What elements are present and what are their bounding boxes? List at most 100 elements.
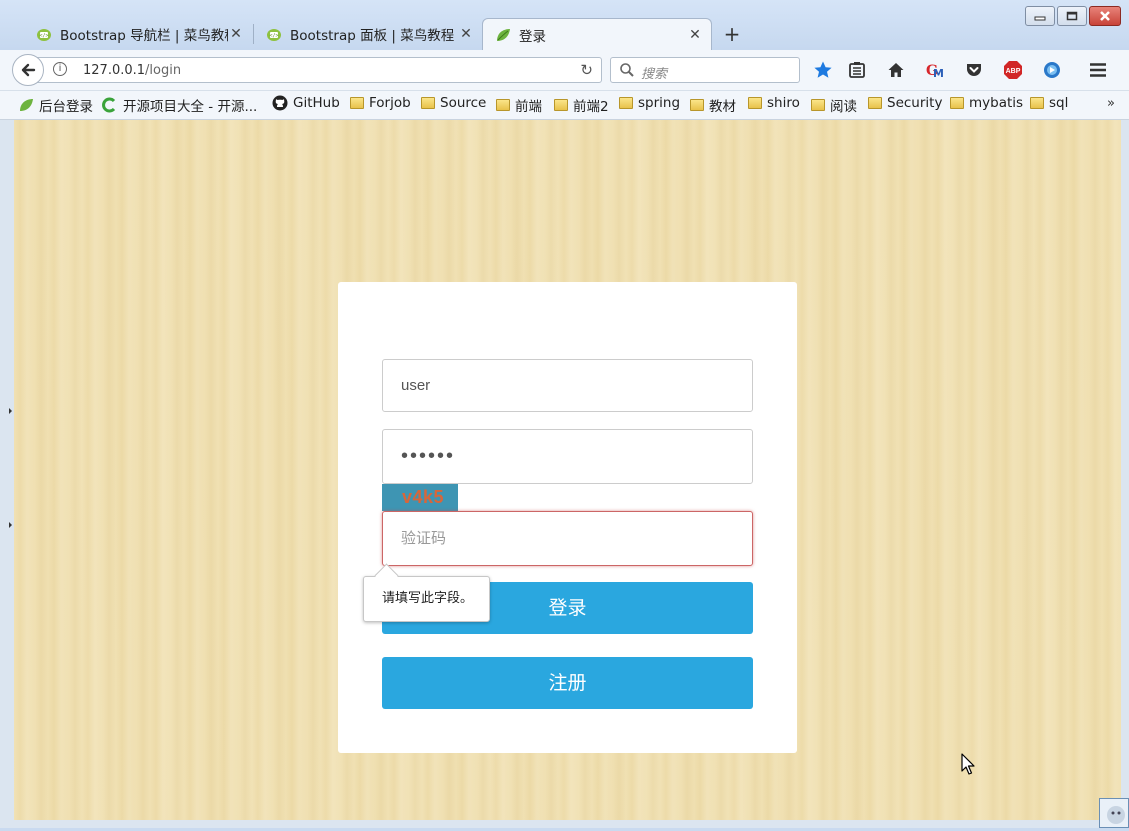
search-box[interactable]: 搜索 xyxy=(610,57,800,83)
bookmark-label: mybatis xyxy=(969,95,1024,111)
bookmark-folder[interactable]: mybatis xyxy=(950,95,1023,111)
close-window-button[interactable] xyxy=(1089,6,1121,26)
extension-icon[interactable] xyxy=(1042,60,1062,80)
site-info-icon[interactable]: i xyxy=(53,62,67,76)
username-input[interactable] xyxy=(382,359,753,412)
bookmark-folder[interactable]: 教材 xyxy=(690,95,736,115)
url-text: 127.0.0.1/login xyxy=(83,63,181,78)
tab-close-icon[interactable]: ✕ xyxy=(228,26,244,42)
folder-icon xyxy=(811,99,825,111)
search-placeholder: 搜索 xyxy=(641,67,668,82)
folder-icon xyxy=(554,99,568,111)
tab-login[interactable]: 登录 ✕ xyxy=(482,18,712,50)
adblock-icon[interactable]: ABP xyxy=(1003,60,1023,80)
svg-text:</>: </> xyxy=(269,33,278,39)
bookmarks-toolbar: 后台登录 开源项目大全 - 开源... GitHub Forjob Source… xyxy=(0,91,1129,120)
bookmark-folder[interactable]: 前端 xyxy=(496,95,542,115)
right-window-frame xyxy=(1121,120,1129,828)
password-input[interactable]: •••••• xyxy=(382,429,753,484)
home-icon[interactable] xyxy=(886,60,906,80)
bookmark-item[interactable]: 后台登录 xyxy=(18,95,93,115)
tab-bootstrap-navbar[interactable]: </> Bootstrap 导航栏 | 菜鸟教程 ✕ xyxy=(24,18,252,50)
c-logo-icon xyxy=(102,97,116,113)
bookmark-label: sql xyxy=(1049,95,1069,111)
tab-title: 登录 xyxy=(519,28,546,45)
minimize-button[interactable] xyxy=(1025,6,1055,26)
spring-leaf-icon xyxy=(497,28,510,41)
new-tab-button[interactable]: + xyxy=(722,22,742,46)
runoob-icon: </> xyxy=(267,29,281,41)
svg-text:M: M xyxy=(933,67,944,80)
password-mask: •••••• xyxy=(401,445,456,467)
spring-leaf-icon xyxy=(20,99,33,111)
pocket-icon[interactable] xyxy=(964,60,984,80)
tab-title: Bootstrap 面板 | 菜鸟教程 xyxy=(290,28,455,44)
captcha-image[interactable]: v4k5 xyxy=(382,484,458,511)
bookmark-folder[interactable]: 阅读 xyxy=(811,95,857,115)
bookmark-star-icon[interactable] xyxy=(813,60,833,80)
reload-icon[interactable]: ↻ xyxy=(580,61,593,79)
assistant-icon xyxy=(1107,806,1125,824)
runoob-icon: </> xyxy=(37,29,51,41)
left-window-frame xyxy=(0,120,15,828)
bookmark-label: 前端 xyxy=(515,99,542,115)
back-arrow-icon xyxy=(21,63,36,77)
bookmark-folder[interactable]: spring xyxy=(619,95,680,111)
bookmark-label: shiro xyxy=(767,95,800,111)
maximize-icon xyxy=(1066,11,1078,21)
url-path: /login xyxy=(145,63,182,78)
register-button[interactable]: 注册 xyxy=(382,657,753,709)
bookmark-folder[interactable]: sql xyxy=(1030,95,1068,111)
bookmark-item[interactable]: 开源项目大全 - 开源... xyxy=(102,95,257,115)
folder-icon xyxy=(421,97,435,109)
folder-icon xyxy=(950,97,964,109)
bookmarks-overflow-chevron-icon[interactable]: » xyxy=(1107,96,1115,111)
browser-tab-strip: </> Bootstrap 导航栏 | 菜鸟教程 ✕ </> Bootstrap… xyxy=(0,0,1129,50)
folder-icon xyxy=(690,99,704,111)
back-button[interactable] xyxy=(12,54,44,86)
folder-icon xyxy=(496,99,510,111)
page-viewport: •••••• v4k5 登录 注册 请填写此字段。 xyxy=(14,120,1121,820)
bookmark-folder[interactable]: Source xyxy=(421,95,486,111)
bookmark-item[interactable]: GitHub xyxy=(272,95,340,111)
bookmark-label: Source xyxy=(440,95,487,111)
bookmark-label: 前端2 xyxy=(573,99,609,115)
maximize-button[interactable] xyxy=(1057,6,1087,26)
bookmark-label: 教材 xyxy=(709,99,736,115)
bottom-window-frame xyxy=(0,820,1129,828)
github-icon xyxy=(272,95,288,111)
bookmark-folder[interactable]: shiro xyxy=(748,95,800,111)
bookmark-folder[interactable]: Forjob xyxy=(350,95,411,111)
bookmark-label: GitHub xyxy=(293,95,340,111)
captcha-input[interactable] xyxy=(382,511,753,566)
minimize-icon xyxy=(1034,16,1046,21)
bookmark-label: 后台登录 xyxy=(39,99,93,115)
tab-title: Bootstrap 导航栏 | 菜鸟教程 xyxy=(60,28,228,44)
address-bar[interactable]: i 127.0.0.1/login ↻ xyxy=(34,57,602,83)
gm-icon[interactable]: GM xyxy=(925,60,945,80)
folder-icon xyxy=(350,97,364,109)
reading-list-icon[interactable] xyxy=(847,60,867,80)
tab-close-icon[interactable]: ✕ xyxy=(458,26,474,42)
bookmark-label: Security xyxy=(887,95,943,111)
bookmark-label: spring xyxy=(638,95,681,111)
menu-icon[interactable] xyxy=(1088,60,1108,80)
bookmark-label: 阅读 xyxy=(830,99,857,115)
bookmark-label: Forjob xyxy=(369,95,411,111)
floating-assistant-icon[interactable] xyxy=(1099,798,1129,828)
tab-close-icon[interactable]: ✕ xyxy=(687,27,703,43)
url-host: 127.0.0.1 xyxy=(83,63,146,78)
sidebar-arrow-icon[interactable] xyxy=(9,408,12,414)
mouse-cursor-icon xyxy=(961,753,975,775)
sidebar-arrow-icon[interactable] xyxy=(9,522,12,528)
folder-icon xyxy=(619,97,633,109)
bookmark-folder[interactable]: Security xyxy=(868,95,942,111)
window-controls xyxy=(1025,6,1121,26)
folder-icon xyxy=(868,97,882,109)
tab-bootstrap-panel[interactable]: </> Bootstrap 面板 | 菜鸟教程 ✕ xyxy=(254,18,482,50)
search-icon xyxy=(620,63,634,77)
folder-icon xyxy=(1030,97,1044,109)
validation-tooltip: 请填写此字段。 xyxy=(363,576,490,622)
bookmark-label: 开源项目大全 - 开源... xyxy=(123,99,258,115)
bookmark-folder[interactable]: 前端2 xyxy=(554,95,609,115)
